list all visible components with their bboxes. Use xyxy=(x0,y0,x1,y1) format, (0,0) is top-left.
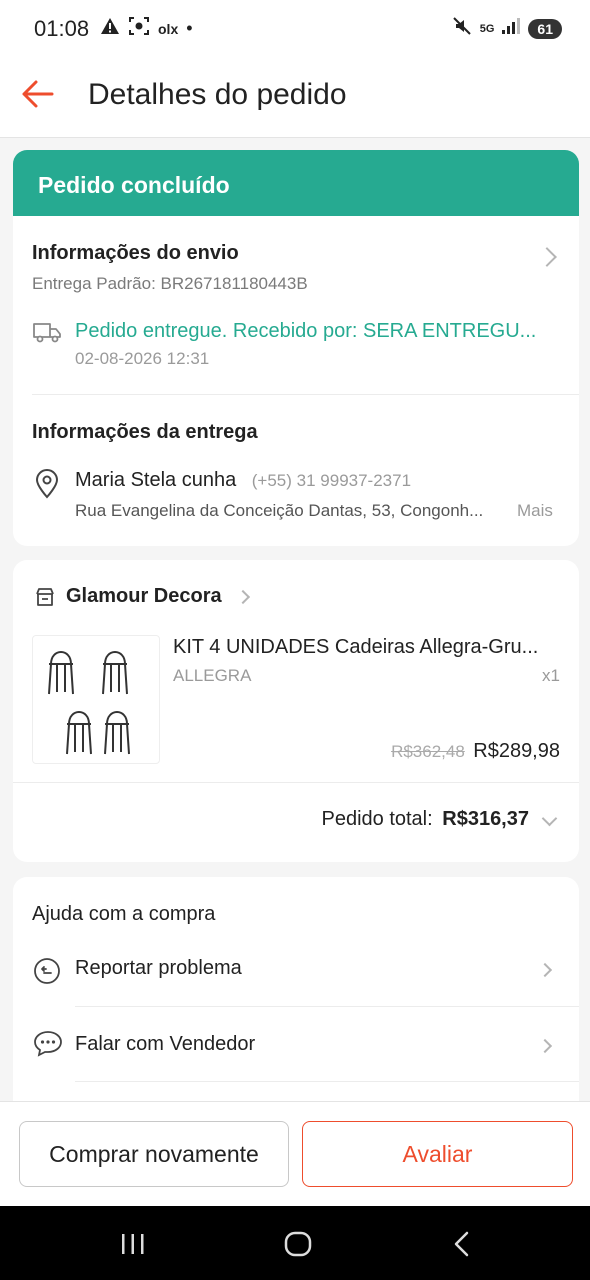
order-total-value: R$316,37 xyxy=(442,808,529,830)
back-nav-icon xyxy=(454,1231,469,1257)
network-type: 5G xyxy=(479,22,495,35)
truck-icon xyxy=(32,320,62,349)
back-button[interactable] xyxy=(18,74,58,114)
recipient-name: Maria Stela cunha xyxy=(75,469,237,491)
product-item[interactable]: KIT 4 UNIDADES Cadeiras Allegra-Gru... A… xyxy=(13,630,579,782)
order-info-card: Pedido concluído Informações do envio En… xyxy=(13,150,579,546)
chevron-right-icon xyxy=(537,962,553,978)
shipping-info-title: Informações do envio xyxy=(32,242,239,264)
report-icon xyxy=(33,957,61,990)
delivery-info-title: Informações da entrega xyxy=(32,421,258,443)
recent-apps-button[interactable] xyxy=(120,1232,146,1261)
buy-again-button[interactable]: Comprar novamente xyxy=(19,1121,289,1187)
warning-icon xyxy=(100,17,120,40)
product-thumbnail xyxy=(32,635,160,764)
home-button[interactable] xyxy=(284,1231,312,1262)
chevron-down-icon xyxy=(541,810,558,827)
mute-icon xyxy=(452,16,472,41)
product-title: KIT 4 UNIDADES Cadeiras Allegra-Gru... xyxy=(173,636,539,658)
chevron-right-icon xyxy=(537,247,557,267)
shop-icon xyxy=(34,586,56,613)
shop-name: Glamour Decora xyxy=(66,585,222,607)
signal-icon xyxy=(502,18,521,39)
original-price: R$362,48 xyxy=(391,742,465,761)
home-icon xyxy=(284,1231,312,1257)
order-total-label: Pedido total: xyxy=(321,808,433,830)
delivery-address: Rua Evangelina da Conceição Dantas, 53, … xyxy=(75,501,484,520)
location-pin-icon xyxy=(34,469,60,504)
status-bar: 01:08 olx • 5G 61 xyxy=(0,0,590,56)
status-notification-icons: olx • xyxy=(100,16,193,41)
chevron-right-icon xyxy=(235,589,251,605)
arrow-left-icon xyxy=(22,80,54,108)
chairs-image xyxy=(48,651,130,755)
report-problem-item[interactable]: Reportar problema xyxy=(13,931,579,1006)
page-title: Detalhes do pedido xyxy=(88,78,347,111)
order-details-screen: 01:08 olx • 5G 61 Detalhes do pedido Ped… xyxy=(0,0,590,1280)
dot-icon: • xyxy=(186,18,193,38)
olx-app-icon: olx xyxy=(158,20,179,37)
help-item-label: Reportar problema xyxy=(75,957,242,979)
product-variant: ALLEGRA xyxy=(173,666,252,685)
battery-indicator: 61 xyxy=(528,18,562,39)
rate-button[interactable]: Avaliar xyxy=(302,1121,573,1187)
order-status-banner: Pedido concluído xyxy=(13,150,579,216)
order-total-row[interactable]: Pedido total: R$316,37 xyxy=(13,783,579,862)
help-title: Ajuda com a compra xyxy=(32,903,216,925)
status-system-icons: 5G 61 xyxy=(452,16,562,41)
tracking-time: 02-08-2026 12:31 xyxy=(75,349,210,368)
delivery-info-section: Informações da entrega Maria Stela cunha… xyxy=(13,395,579,546)
divider xyxy=(75,1081,579,1082)
address-more-link[interactable]: Mais xyxy=(517,501,553,521)
chevron-right-icon xyxy=(537,1038,553,1054)
tracking-status: Pedido entregue. Recebido por: SERA ENTR… xyxy=(75,320,537,342)
shipping-method: Entrega Padrão: BR267181180443B xyxy=(32,274,308,293)
app-header: Detalhes do pedido xyxy=(0,56,590,138)
help-item-label: Falar com Vendedor xyxy=(75,1033,256,1055)
contact-seller-item[interactable]: Falar com Vendedor xyxy=(13,1007,579,1082)
product-quantity: x1 xyxy=(542,666,560,685)
screenshot-icon xyxy=(128,16,150,41)
recent-apps-icon xyxy=(122,1234,144,1254)
help-card: Ajuda com a compra Reportar problema Fal… xyxy=(13,877,579,1137)
system-nav-bar xyxy=(0,1206,590,1280)
back-nav-button[interactable] xyxy=(452,1231,472,1262)
shop-header[interactable]: Glamour Decora xyxy=(13,560,579,630)
order-items-card: Glamour Decora KIT 4 UNIDADES Cadeiras A… xyxy=(13,560,579,862)
shipping-info-section[interactable]: Informações do envio Entrega Padrão: BR2… xyxy=(13,216,579,394)
status-time: 01:08 xyxy=(34,16,90,41)
bottom-action-bar: Comprar novamente Avaliar xyxy=(0,1101,590,1206)
product-price: R$289,98 xyxy=(473,740,560,762)
recipient-phone: (+55) 31 99937-2371 xyxy=(251,471,412,490)
chat-icon xyxy=(33,1029,63,1062)
